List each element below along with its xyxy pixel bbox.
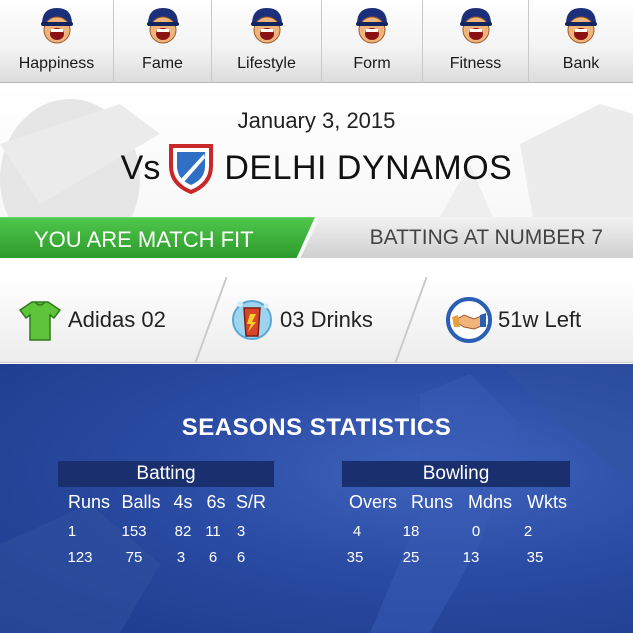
drinks-label: 03 Drinks <box>280 307 373 332</box>
bowling-cell: 2 <box>523 523 533 540</box>
batting-cell: 6 <box>208 549 218 566</box>
column-header: Balls <box>121 492 161 512</box>
opponent-team-name: DELHI DYNAMOS <box>224 148 513 187</box>
jersey-icon <box>18 301 62 341</box>
bowling-cell: 4 <box>352 523 362 540</box>
contract-label: 51w Left <box>498 307 582 332</box>
bowling-header: Bowling <box>342 461 570 487</box>
column-header: 4s <box>173 492 193 512</box>
nav-label: Form <box>353 55 391 72</box>
column-header: Wkts <box>527 492 567 512</box>
kit-info[interactable]: Adidas 02 <box>18 277 166 363</box>
column-header: 6s <box>206 492 226 512</box>
season-statistics: SEASONS STATISTICS Batting Bowling Runs … <box>0 364 633 633</box>
nav-happiness[interactable]: Happiness <box>0 0 114 83</box>
contract-info[interactable]: 51w Left <box>446 277 581 363</box>
nav-form[interactable]: Form <box>322 0 423 83</box>
player-face-icon <box>146 8 179 44</box>
player-face-icon <box>356 8 388 44</box>
nav-fitness[interactable]: Fitness <box>423 0 529 83</box>
nav-label: Fitness <box>449 55 502 72</box>
batting-cell: 153 <box>121 523 147 540</box>
nav-label: Fame <box>142 55 183 72</box>
divider <box>394 277 428 363</box>
column-header: Runs <box>410 492 454 512</box>
handshake-icon <box>446 297 492 343</box>
bowling-cell: 13 <box>462 549 480 566</box>
batting-position-banner: BATTING AT NUMBER 7 <box>300 217 633 258</box>
nav-fame[interactable]: Fame <box>114 0 212 83</box>
batting-cell: 82 <box>174 523 192 540</box>
nav-label: Lifestyle <box>237 55 296 72</box>
vs-label: Vs <box>120 148 161 187</box>
column-header: S/R <box>235 492 266 512</box>
player-face-icon <box>565 8 597 44</box>
batting-cell: 11 <box>205 523 221 540</box>
column-header: Runs <box>67 492 111 512</box>
batting-cell: 3 <box>236 523 246 540</box>
bowling-cell: 35 <box>346 549 364 566</box>
batting-cell: 3 <box>176 549 186 566</box>
bowling-cell: 35 <box>526 549 544 566</box>
player-face-icon <box>40 8 73 44</box>
bowling-cell: 0 <box>471 523 481 540</box>
section-title: SEASONS STATISTICS <box>181 414 452 441</box>
bowling-cell: 18 <box>402 523 420 540</box>
nav-label: Bank <box>562 55 600 72</box>
nav-lifestyle[interactable]: Lifestyle <box>212 0 322 83</box>
kit-label: Adidas 02 <box>68 307 166 332</box>
top-navigation: Happiness Fame Lifestyle Form Fitness Ba… <box>0 0 633 83</box>
batting-cell: 6 <box>236 549 246 566</box>
player-face-icon <box>459 8 492 44</box>
column-header: Mdns <box>467 492 512 512</box>
bowling-cell: 25 <box>402 549 420 566</box>
player-face-icon <box>250 8 283 44</box>
energy-drink-icon <box>232 300 272 340</box>
column-header: Overs <box>348 492 397 512</box>
match-header: January 3, 2015 Vs DELHI DYNAMOS YOU ARE… <box>0 84 633 258</box>
opponent-row: Vs DELHI DYNAMOS <box>0 142 633 194</box>
batting-position-label: BATTING AT NUMBER 7 <box>369 226 603 249</box>
player-info-strip: Adidas 02 03 Drinks 51w Left <box>0 277 633 363</box>
nav-bank[interactable]: Bank <box>529 0 633 83</box>
fitness-status-banner: YOU ARE MATCH FIT <box>0 217 315 258</box>
batting-header: Batting <box>58 461 274 487</box>
batting-cell: 123 <box>67 549 93 566</box>
nav-label: Happiness <box>18 55 95 72</box>
fitness-status-label: YOU ARE MATCH FIT <box>34 227 254 252</box>
divider <box>194 277 228 363</box>
team-shield-icon <box>169 144 214 194</box>
batting-cell: 75 <box>125 549 143 566</box>
drinks-info[interactable]: 03 Drinks <box>230 277 373 363</box>
match-date: January 3, 2015 <box>237 108 396 133</box>
batting-cell: 1 <box>67 523 77 540</box>
